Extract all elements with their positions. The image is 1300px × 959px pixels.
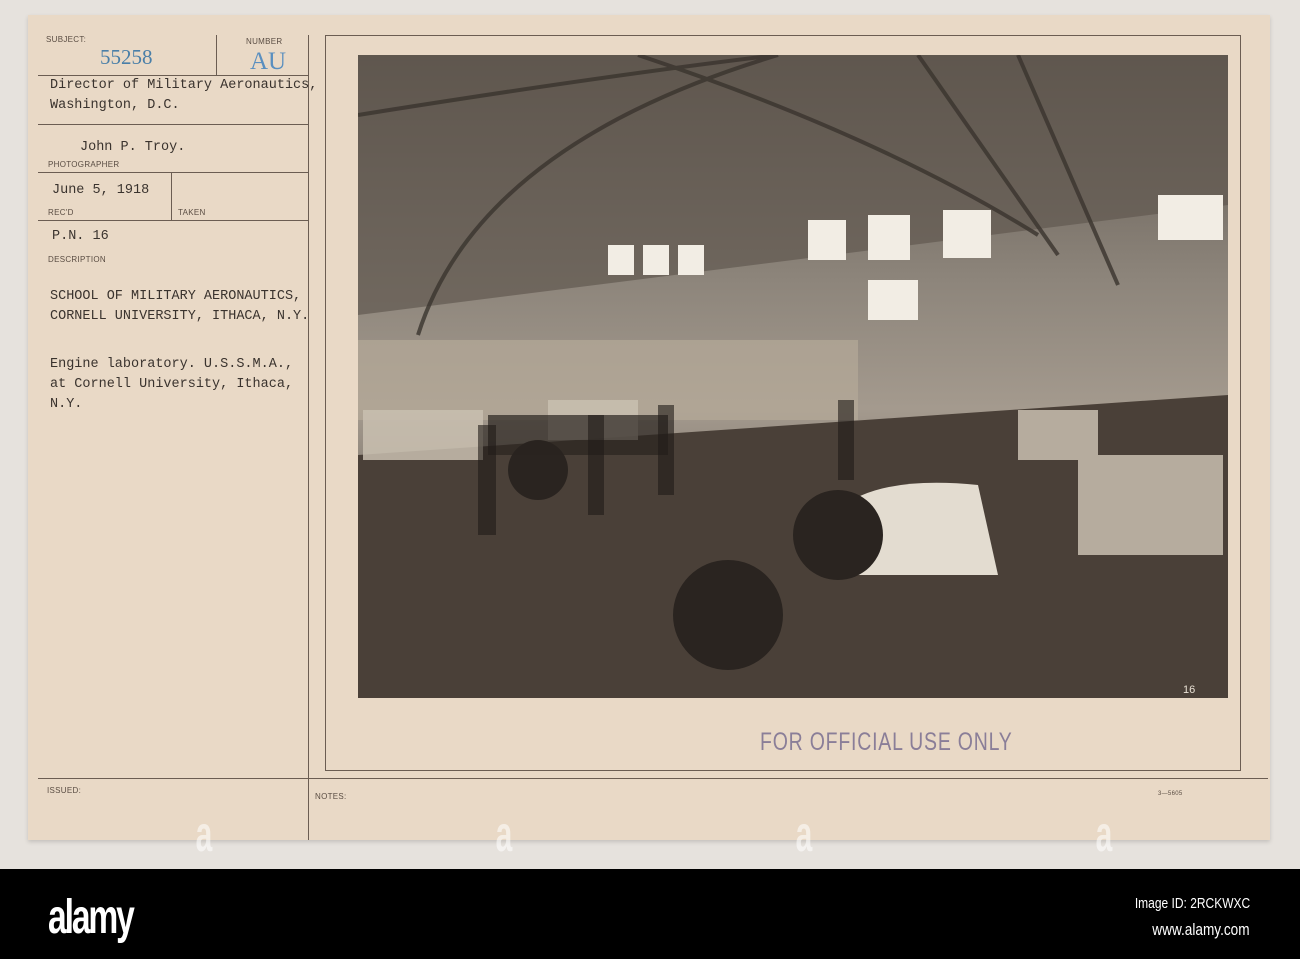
watermark-icon: a [195,806,213,862]
source-line-1: Director of Military Aeronautics, [50,78,318,93]
pn-value: P.N. 16 [52,229,109,244]
number-label: NUMBER [246,37,283,46]
photo-number: 16 [1183,684,1195,696]
notes-label: NOTES: [315,792,347,801]
alamy-logo[interactable]: alamy [48,890,135,945]
photographer-label: PHOTOGRAPHER [48,160,120,169]
form-code: 3—5605 [1158,791,1183,797]
footer-bar [0,869,1300,959]
subject-number: 55258 [100,45,153,69]
description-title-1: SCHOOL OF MILITARY AERONAUTICS, [50,289,302,304]
engine-laboratory-photo: 16 [358,55,1228,698]
archival-photo-card: SUBJECT: 55258 NUMBER AU Director of Mil… [28,15,1270,840]
rule [38,124,308,125]
number-value: AU [250,48,287,75]
description-body-1: Engine laboratory. U.S.S.M.A., [50,357,294,372]
source-line-2: Washington, D.C. [50,98,180,113]
photographer-name: John P. Troy. [80,140,186,155]
received-label: REC'D [48,208,74,217]
subject-divider [216,35,217,75]
watermark-icon: a [795,806,813,862]
rule [38,220,308,221]
description-title-2: CORNELL UNIVERSITY, ITHACA, N.Y. [50,309,310,324]
official-use-stamp: FOR OFFICIAL USE ONLY [760,728,1013,756]
date-divider [171,172,172,220]
description-body-3: N.Y. [50,397,83,412]
taken-label: TAKEN [178,208,206,217]
column-divider [308,35,309,840]
description-label: DESCRIPTION [48,255,106,264]
alamy-url[interactable]: www.alamy.com [1153,920,1250,940]
received-date: June 5, 1918 [52,183,150,198]
rule [38,172,308,173]
issued-label: ISSUED: [47,786,82,795]
image-id: Image ID: 2RCKWXC [1134,895,1250,912]
description-body-2: at Cornell University, Ithaca, [50,377,294,392]
watermark-icon: a [1095,806,1113,862]
watermark-icon: a [495,806,513,862]
bottom-rule [38,778,1268,779]
subject-label: SUBJECT: [46,35,87,44]
